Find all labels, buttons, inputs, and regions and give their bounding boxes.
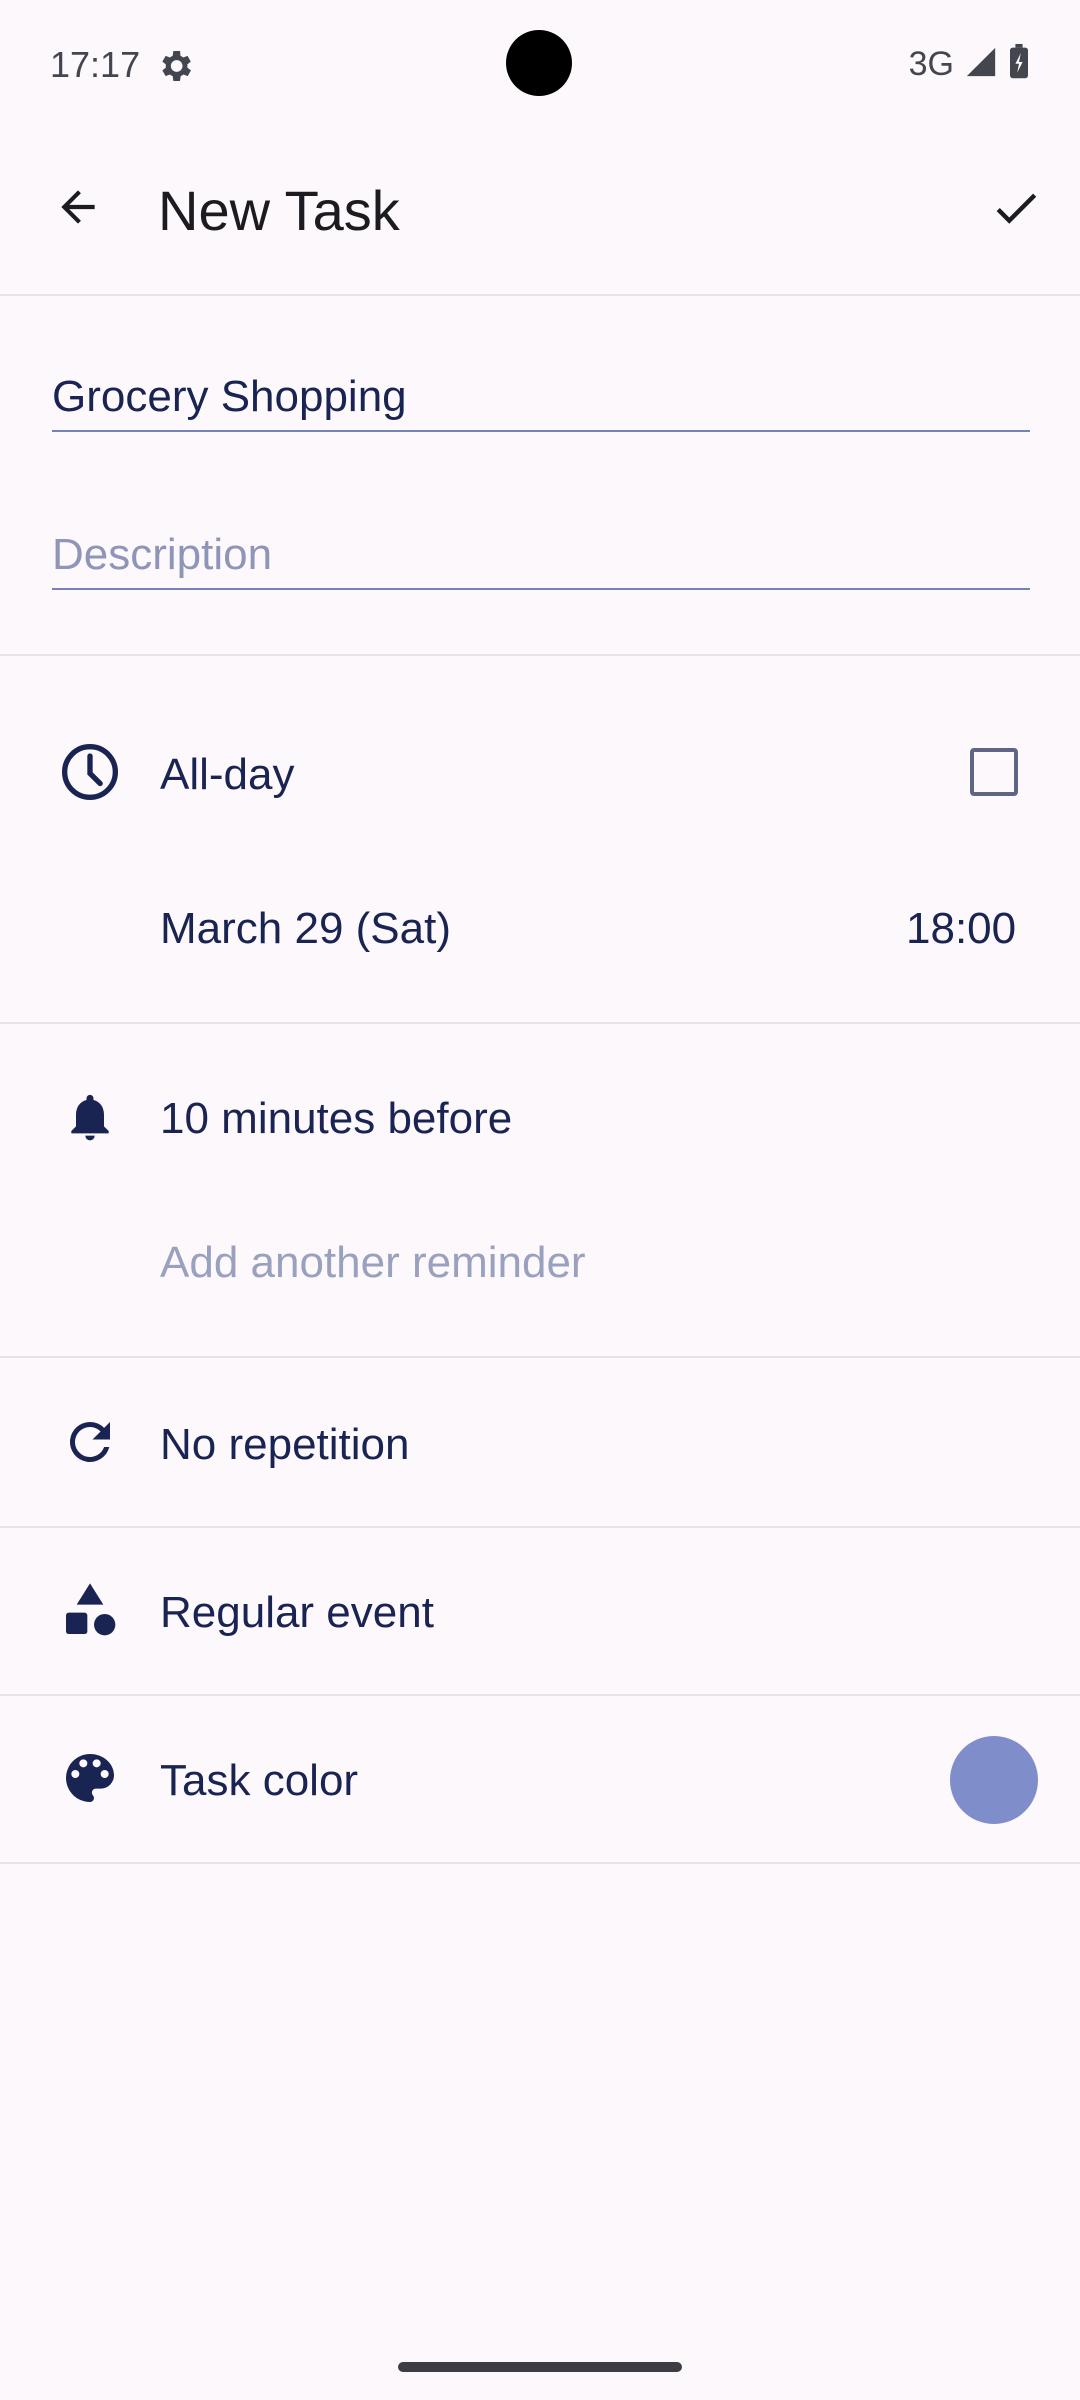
divider (0, 1356, 1080, 1358)
time-button[interactable]: 18:00 (864, 856, 1060, 1002)
task-title-field[interactable]: Grocery Shopping (42, 336, 1040, 454)
status-time: 17:17 (50, 44, 141, 85)
underline (52, 588, 1030, 590)
shapes-icon (32, 1548, 148, 1672)
camera-cutout (506, 30, 572, 96)
signal-icon (964, 45, 998, 84)
add-reminder-button[interactable]: Add another reminder (158, 1190, 1080, 1332)
network-type: 3G (908, 45, 954, 83)
color-swatch[interactable] (950, 1736, 1038, 1824)
task-color-label: Task color (160, 1756, 359, 1805)
clock-icon (32, 688, 148, 856)
repetition-selector[interactable]: No repetition (158, 1380, 1080, 1504)
task-title-value: Grocery Shopping (52, 372, 407, 421)
divider (0, 1694, 1080, 1696)
allday-checkbox[interactable] (970, 748, 1018, 796)
divider (0, 1526, 1080, 1528)
back-button[interactable] (8, 136, 148, 282)
date-value: March 29 (Sat) (160, 904, 451, 953)
divider (0, 294, 1080, 296)
description-field[interactable]: Description (42, 494, 1040, 612)
page-title: New Task (158, 179, 400, 242)
date-button[interactable]: March 29 (Sat) (158, 856, 498, 1002)
reminder-item[interactable]: 10 minutes before (158, 1046, 1080, 1188)
arrow-back-icon (53, 182, 103, 237)
allday-row[interactable]: All-day (158, 708, 1040, 836)
repetition-value: No repetition (160, 1420, 410, 1469)
divider (0, 1022, 1080, 1024)
task-color-selector[interactable]: Task color (158, 1716, 928, 1840)
status-bar: 17:17 3G (0, 0, 1080, 128)
check-icon (989, 181, 1043, 240)
top-app-bar: New Task (0, 128, 1080, 294)
description-placeholder: Description (52, 530, 273, 579)
event-type-selector[interactable]: Regular event (158, 1548, 1060, 1672)
bell-icon (32, 1046, 148, 1188)
status-indicators: 3G (909, 44, 1030, 85)
add-reminder-label: Add another reminder (160, 1238, 586, 1287)
repeat-icon (32, 1380, 148, 1504)
palette-icon (32, 1716, 148, 1840)
time-value: 18:00 (906, 904, 1017, 953)
save-button[interactable] (952, 146, 1080, 274)
divider (0, 654, 1080, 656)
reminder-value: 10 minutes before (160, 1094, 513, 1143)
battery-icon (1008, 44, 1030, 85)
home-indicator[interactable] (398, 2362, 682, 2372)
event-type-value: Regular event (160, 1588, 434, 1637)
allday-label: All-day (160, 750, 295, 799)
divider (0, 1862, 1080, 1864)
settings-gear-icon (155, 46, 195, 91)
underline (52, 430, 1030, 432)
